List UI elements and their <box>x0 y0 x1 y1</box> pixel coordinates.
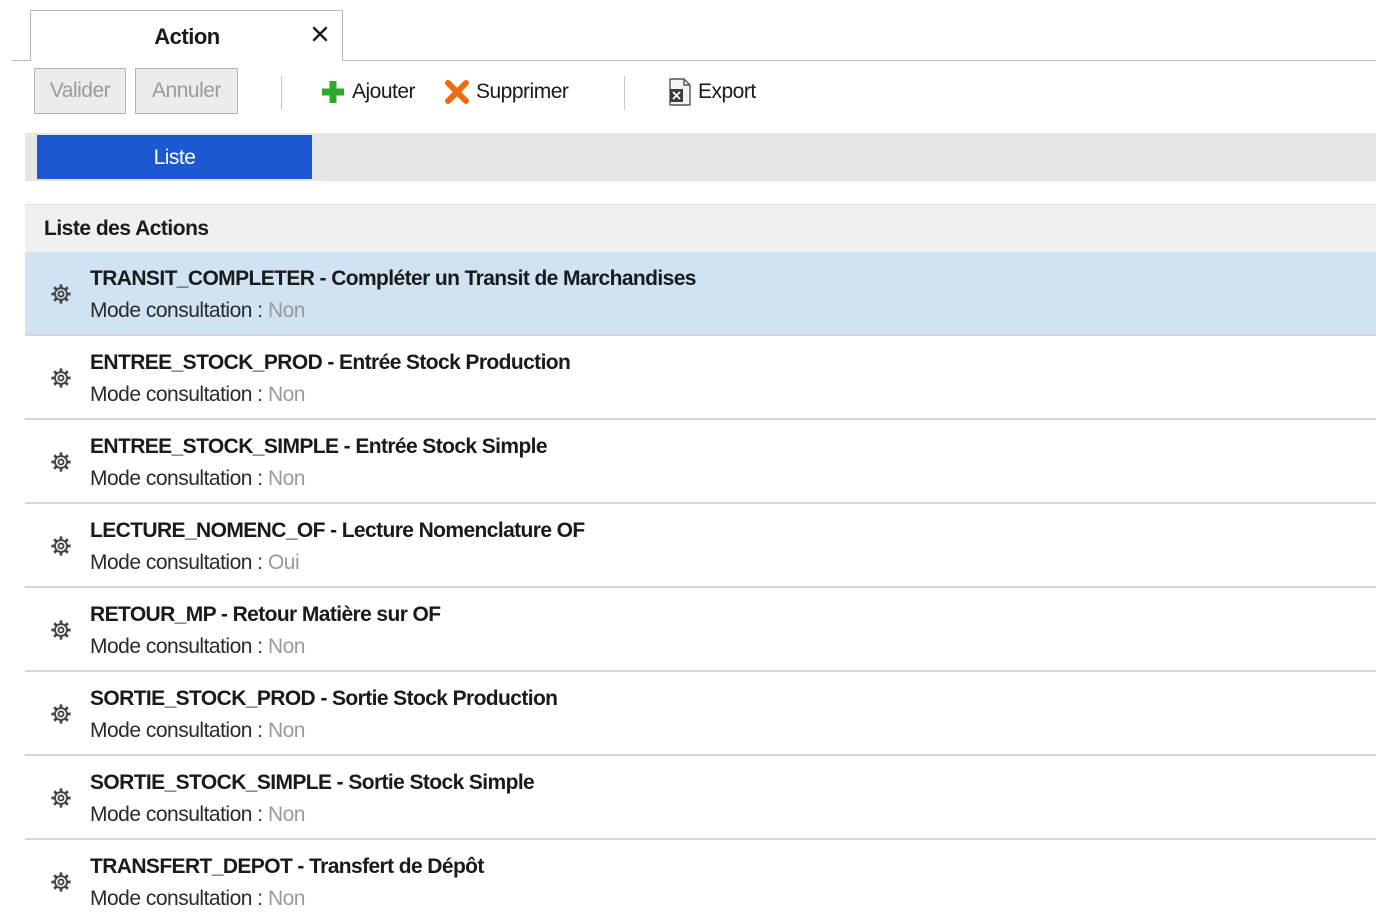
list-item-meta: Mode consultation : Non <box>90 803 305 827</box>
mode-consultation-label: Mode consultation : <box>90 719 263 742</box>
list-item[interactable]: TRANSFERT_DEPOT - Transfert de Dépôt Mode… <box>25 840 1376 917</box>
action-code: SORTIE_STOCK_SIMPLE <box>90 771 332 794</box>
action-description: Sortie Stock Simple <box>348 771 535 794</box>
gear-icon <box>51 704 71 724</box>
action-description: Retour Matière sur OF <box>232 603 442 626</box>
action-list: TRANSIT_COMPLETER - Compléter un Transit… <box>25 252 1376 917</box>
list-item[interactable]: SORTIE_STOCK_SIMPLE - Sortie Stock Simpl… <box>25 756 1376 840</box>
list-item[interactable]: SORTIE_STOCK_PROD - Sortie Stock Product… <box>25 672 1376 756</box>
list-item-meta: Mode consultation : Non <box>90 719 305 743</box>
mode-consultation-value: Non <box>267 719 306 742</box>
list-item-meta: Mode consultation : Non <box>90 635 305 659</box>
list-title: Liste des Actions <box>44 217 209 240</box>
list-item-title: ENTREE_STOCK_PROD - Entrée Stock Product… <box>90 351 571 375</box>
tab-label: Action <box>154 24 220 49</box>
action-description: Entrée Stock Production <box>339 351 571 374</box>
list-item-title: LECTURE_NOMENC_OF - Lecture Nomenclature… <box>90 519 585 543</box>
export-label: Export <box>698 80 756 103</box>
action-code: TRANSIT_COMPLETER <box>90 267 315 290</box>
export-button[interactable]: Export <box>668 76 756 108</box>
action-description: Transfert de Dépôt <box>309 855 484 878</box>
gear-icon <box>51 452 71 472</box>
mode-consultation-label: Mode consultation : <box>90 299 263 322</box>
title-separator: - <box>338 435 356 458</box>
mode-consultation-value: Non <box>267 887 306 910</box>
list-item[interactable]: RETOUR_MP - Retour Matière sur OF Mode co… <box>25 588 1376 672</box>
mode-consultation-value: Non <box>267 467 306 490</box>
close-icon[interactable] <box>308 22 332 46</box>
view-tab-strip: Liste <box>25 133 1376 181</box>
plus-icon <box>322 81 344 103</box>
mode-consultation-label: Mode consultation : <box>90 467 263 490</box>
list-item-title: SORTIE_STOCK_PROD - Sortie Stock Product… <box>90 687 558 711</box>
tab-liste[interactable]: Liste <box>37 135 312 179</box>
action-code: RETOUR_MP <box>90 603 216 626</box>
tab-action[interactable]: Action <box>30 10 343 61</box>
toolbar-separator <box>624 76 625 110</box>
mode-consultation-label: Mode consultation : <box>90 635 263 658</box>
supprimer-label: Supprimer <box>476 80 569 103</box>
mode-consultation-value: Non <box>267 299 306 322</box>
action-description: Compléter un Transit de Marchandises <box>331 267 696 290</box>
action-code: ENTREE_STOCK_PROD <box>90 351 323 374</box>
list-item-meta: Mode consultation : Non <box>90 299 305 323</box>
title-separator: - <box>324 519 342 542</box>
title-separator: - <box>315 687 333 710</box>
list-item-meta: Mode consultation : Non <box>90 887 305 911</box>
action-code: ENTREE_STOCK_SIMPLE <box>90 435 339 458</box>
ajouter-button[interactable]: Ajouter <box>320 76 416 108</box>
gear-icon <box>51 788 71 808</box>
excel-file-icon <box>669 78 691 106</box>
list-item-meta: Mode consultation : Non <box>90 383 305 407</box>
mode-consultation-label: Mode consultation : <box>90 551 263 574</box>
action-code: TRANSFERT_DEPOT <box>90 855 293 878</box>
gear-icon <box>51 872 71 892</box>
valider-button[interactable]: Valider <box>34 68 126 114</box>
list-item[interactable]: ENTREE_STOCK_SIMPLE - Entrée Stock Simpl… <box>25 420 1376 504</box>
list-item-title: ENTREE_STOCK_SIMPLE - Entrée Stock Simpl… <box>90 435 548 459</box>
mode-consultation-value: Non <box>267 383 306 406</box>
mode-consultation-label: Mode consultation : <box>90 383 263 406</box>
gear-icon <box>51 284 71 304</box>
list-item-title: TRANSIT_COMPLETER - Compléter un Transit… <box>90 267 696 291</box>
gear-icon <box>51 368 71 388</box>
title-separator: - <box>215 603 233 626</box>
mode-consultation-value: Non <box>267 803 306 826</box>
action-code: LECTURE_NOMENC_OF <box>90 519 325 542</box>
list-item-title: RETOUR_MP - Retour Matière sur OF <box>90 603 441 627</box>
tab-bar: Action <box>0 0 1376 62</box>
action-code: SORTIE_STOCK_PROD <box>90 687 316 710</box>
list-item[interactable]: TRANSIT_COMPLETER - Compléter un Transit… <box>25 252 1376 336</box>
x-icon <box>445 80 469 104</box>
title-separator: - <box>322 351 340 374</box>
mode-consultation-value: Oui <box>267 551 300 574</box>
action-description: Lecture Nomenclature OF <box>341 519 586 542</box>
list-item-title: SORTIE_STOCK_SIMPLE - Sortie Stock Simpl… <box>90 771 535 795</box>
gear-icon <box>51 620 71 640</box>
ajouter-label: Ajouter <box>352 80 416 103</box>
list-item-meta: Mode consultation : Non <box>90 467 305 491</box>
mode-consultation-label: Mode consultation : <box>90 887 263 910</box>
gear-icon <box>51 536 71 556</box>
annuler-button[interactable]: Annuler <box>135 68 238 114</box>
supprimer-button[interactable]: Supprimer <box>444 76 569 108</box>
mode-consultation-label: Mode consultation : <box>90 803 263 826</box>
list-item[interactable]: LECTURE_NOMENC_OF - Lecture Nomenclature… <box>25 504 1376 588</box>
title-separator: - <box>314 267 332 290</box>
action-description: Sortie Stock Production <box>332 687 558 710</box>
toolbar-separator <box>281 76 282 110</box>
mode-consultation-value: Non <box>267 635 306 658</box>
list-item[interactable]: ENTREE_STOCK_PROD - Entrée Stock Product… <box>25 336 1376 420</box>
list-item-title: TRANSFERT_DEPOT - Transfert de Dépôt <box>90 855 484 879</box>
list-item-meta: Mode consultation : Oui <box>90 551 300 575</box>
list-header: Liste des Actions <box>25 204 1376 252</box>
toolbar: Valider Annuler Ajouter Supprimer Export <box>0 62 1376 124</box>
title-separator: - <box>331 771 349 794</box>
title-separator: - <box>292 855 310 878</box>
action-description: Entrée Stock Simple <box>355 435 547 458</box>
